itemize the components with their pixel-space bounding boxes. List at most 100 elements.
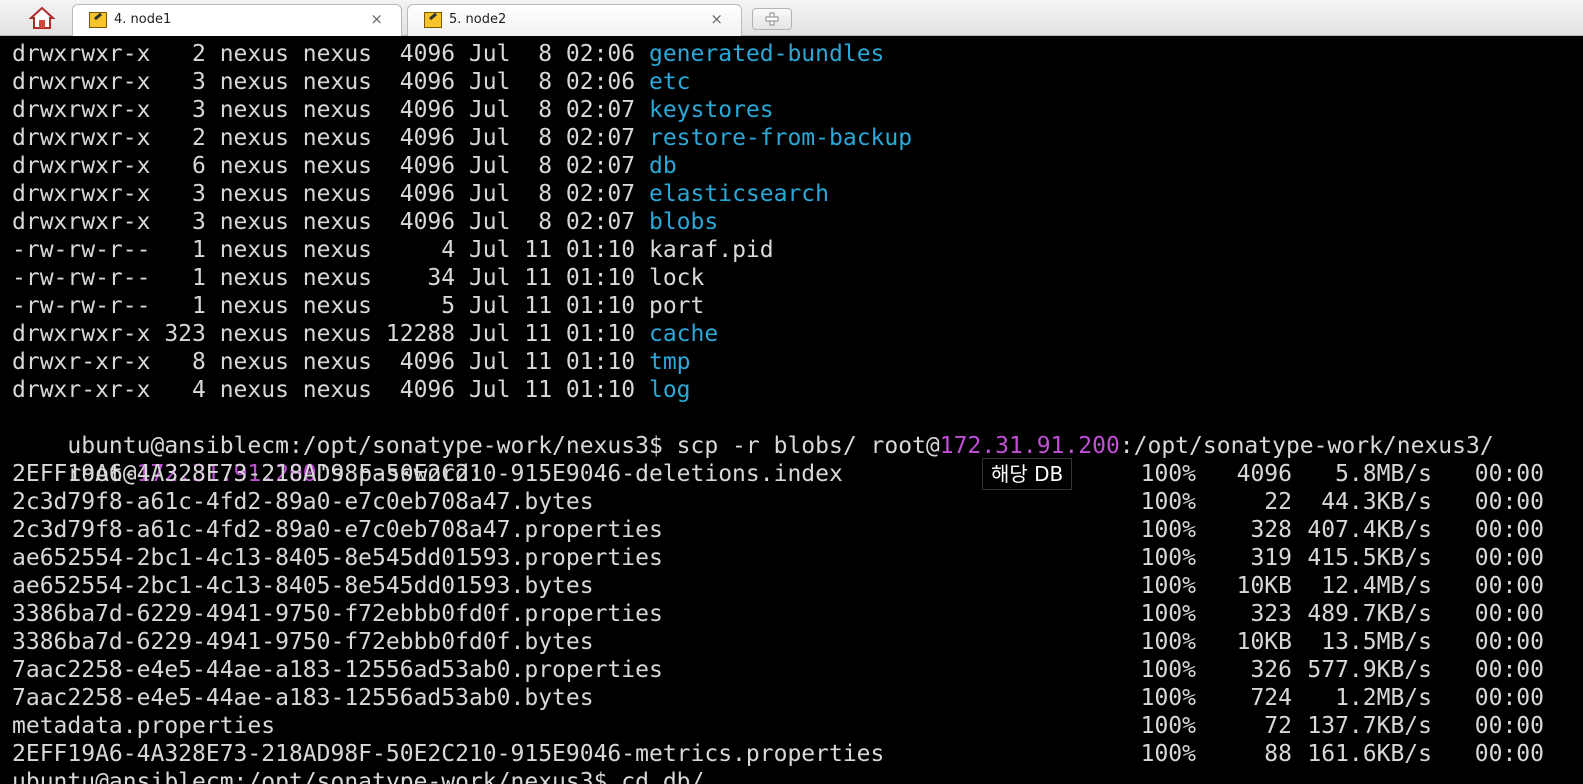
listing-row: -rw-rw-r-- 1 nexus nexus 4 Jul 11 01:10 … [12,236,774,264]
command-text: scp -r blobs/ root@ [676,433,940,459]
directory-name: blobs [648,209,719,235]
directory-name: cache [648,321,719,347]
listing-row: -rw-rw-r-- 1 nexus nexus 5 Jul 11 01:10 … [12,292,704,320]
transfer-time: 00:00 [1474,685,1544,711]
transfer-percent: 100% [1140,489,1196,515]
transfer-time: 00:00 [1474,741,1544,767]
transfer-time: 00:00 [1474,573,1544,599]
file-metadata: drwxrwxr-x 2 nexus nexus 4096 Jul 8 02:0… [12,41,649,67]
transfer-time: 00:00 [1474,517,1544,543]
tab-node2[interactable]: 5. node2 × [407,4,742,36]
transfer-rate: 415.5KB/s [1307,545,1432,571]
home-button[interactable] [22,4,62,32]
directory-name: db [648,153,677,179]
scp-command-line: ubuntu@ansiblecm:/opt/sonatype-work/nexu… [12,404,1493,459]
transfer-size: 319 [1250,545,1292,571]
transfer-time: 00:00 [1474,489,1544,515]
transfer-size: 328 [1250,517,1292,543]
transfer-percent: 100% [1140,601,1196,627]
transfer-file-name: ae652554-2bc1-4c13-8405-8e545dd01593.pro… [12,545,663,571]
transfer-size: 4096 [1236,461,1292,487]
terminal-output[interactable]: ubuntu@ansiblecm:/opt/sonatype-work/nexu… [0,36,1583,784]
last-command-line: ubuntu@ansiblecm:/opt/sonatype-work/nexu… [12,769,705,784]
listing-row: drwxrwxr-x 2 nexus nexus 4096 Jul 8 02:0… [12,40,884,68]
directory-name: restore-from-backup [648,125,913,151]
listing-row: drwxrwxr-x 3 nexus nexus 4096 Jul 8 02:0… [12,96,774,124]
directory-name: elasticsearch [648,181,829,207]
file-metadata: drwxrwxr-x 3 nexus nexus 4096 Jul 8 02:0… [12,181,649,207]
transfer-size: 22 [1264,489,1292,515]
tab-label: 5. node2 [449,12,507,27]
file-metadata: -rw-rw-r-- 1 nexus nexus 34 Jul 11 01:10 [12,265,649,291]
close-icon[interactable]: × [370,10,383,28]
tab-label: 4. node1 [114,12,172,27]
transfer-time: 00:00 [1474,713,1544,739]
transfer-rate: 5.8MB/s [1335,461,1432,487]
transfer-percent: 100% [1140,545,1196,571]
ip-address: 172.31.91.200 [939,433,1120,459]
tab-node1[interactable]: 4. node1 × [72,4,402,36]
file-metadata: drwxrwxr-x 2 nexus nexus 4096 Jul 8 02:0… [12,125,649,151]
directory-name: etc [648,69,691,95]
transfer-rate: 489.7KB/s [1307,601,1432,627]
listing-row: drwxrwxr-x 3 nexus nexus 4096 Jul 8 02:0… [12,208,718,236]
tab-bar: 4. node1 × 5. node2 × [0,0,1583,36]
transfer-size: 326 [1250,657,1292,683]
transfer-size: 323 [1250,601,1292,627]
file-metadata: drwxrwxr-x 6 nexus nexus 4096 Jul 8 02:0… [12,153,649,179]
file-metadata: drwxrwxr-x 3 nexus nexus 4096 Jul 8 02:0… [12,209,649,235]
listing-row: drwxrwxr-x 2 nexus nexus 4096 Jul 8 02:0… [12,124,912,152]
transfer-file-name: 3386ba7d-6229-4941-9750-f72ebbb0fd0f.pro… [12,601,663,627]
transfer-percent: 100% [1140,573,1196,599]
transfer-file-name: 7aac2258-e4e5-44ae-a183-12556ad53ab0.pro… [12,657,663,683]
transfer-percent: 100% [1140,685,1196,711]
transfer-time: 00:00 [1474,601,1544,627]
file-metadata: drwxr-xr-x 8 nexus nexus 4096 Jul 11 01:… [12,349,649,375]
transfer-rate: 577.9KB/s [1307,657,1432,683]
transfer-rate: 1.2MB/s [1335,685,1432,711]
new-tab-button[interactable] [752,8,792,30]
file-metadata: drwxrwxr-x 323 nexus nexus 12288 Jul 11 … [12,321,649,347]
transfer-file-name: 7aac2258-e4e5-44ae-a183-12556ad53ab0.byt… [12,685,594,711]
transfer-file-name: ae652554-2bc1-4c13-8405-8e545dd01593.byt… [12,573,594,599]
transfer-percent: 100% [1140,461,1196,487]
transfer-rate: 407.4KB/s [1307,517,1432,543]
listing-row: drwxrwxr-x 3 nexus nexus 4096 Jul 8 02:0… [12,180,829,208]
transfer-rate: 161.6KB/s [1307,741,1432,767]
file-metadata: drwxr-xr-x 4 nexus nexus 4096 Jul 11 01:… [12,377,649,403]
transfer-size: 10KB [1236,573,1292,599]
transfer-rate: 137.7KB/s [1307,713,1432,739]
listing-row: drwxrwxr-x 3 nexus nexus 4096 Jul 8 02:0… [12,68,691,96]
transfer-time: 00:00 [1474,461,1544,487]
transfer-size: 10KB [1236,629,1292,655]
listing-row: drwxr-xr-x 4 nexus nexus 4096 Jul 11 01:… [12,376,691,404]
directory-name: log [648,377,691,403]
close-icon[interactable]: × [710,10,723,28]
home-icon [29,6,55,29]
transfer-rate: 12.4MB/s [1321,573,1432,599]
file-metadata: -rw-rw-r-- 1 nexus nexus 4 Jul 11 01:10 [12,237,649,263]
file-metadata: drwxrwxr-x 3 nexus nexus 4096 Jul 8 02:0… [12,97,649,123]
video-caption: 해당 DB [982,458,1073,490]
directory-name: tmp [648,349,691,375]
file-name: port [648,293,705,319]
transfer-file-name: 3386ba7d-6229-4941-9750-f72ebbb0fd0f.byt… [12,629,594,655]
listing-row: drwxrwxr-x 323 nexus nexus 12288 Jul 11 … [12,320,718,348]
transfer-rate: 44.3KB/s [1321,489,1432,515]
command-text: :/opt/sonatype-work/nexus3/ [1119,433,1494,459]
transfer-size: 88 [1264,741,1292,767]
file-metadata: -rw-rw-r-- 1 nexus nexus 5 Jul 11 01:10 [12,293,649,319]
transfer-percent: 100% [1140,713,1196,739]
transfer-percent: 100% [1140,629,1196,655]
transfer-time: 00:00 [1474,657,1544,683]
transfer-file-name: 2EFF19A6-4A328E73-218AD98F-50E2C210-915E… [12,741,885,767]
transfer-file-name: metadata.properties [12,713,276,739]
directory-name: keystores [648,97,774,123]
file-metadata: drwxrwxr-x 3 nexus nexus 4096 Jul 8 02:0… [12,69,649,95]
listing-row: -rw-rw-r-- 1 nexus nexus 34 Jul 11 01:10… [12,264,704,292]
transfer-time: 00:00 [1474,545,1544,571]
transfer-file-name: 2c3d79f8-a61c-4fd2-89a0-e7c0eb708a47.pro… [12,517,663,543]
transfer-percent: 100% [1140,741,1196,767]
putty-icon [424,12,442,28]
transfer-size: 72 [1264,713,1292,739]
